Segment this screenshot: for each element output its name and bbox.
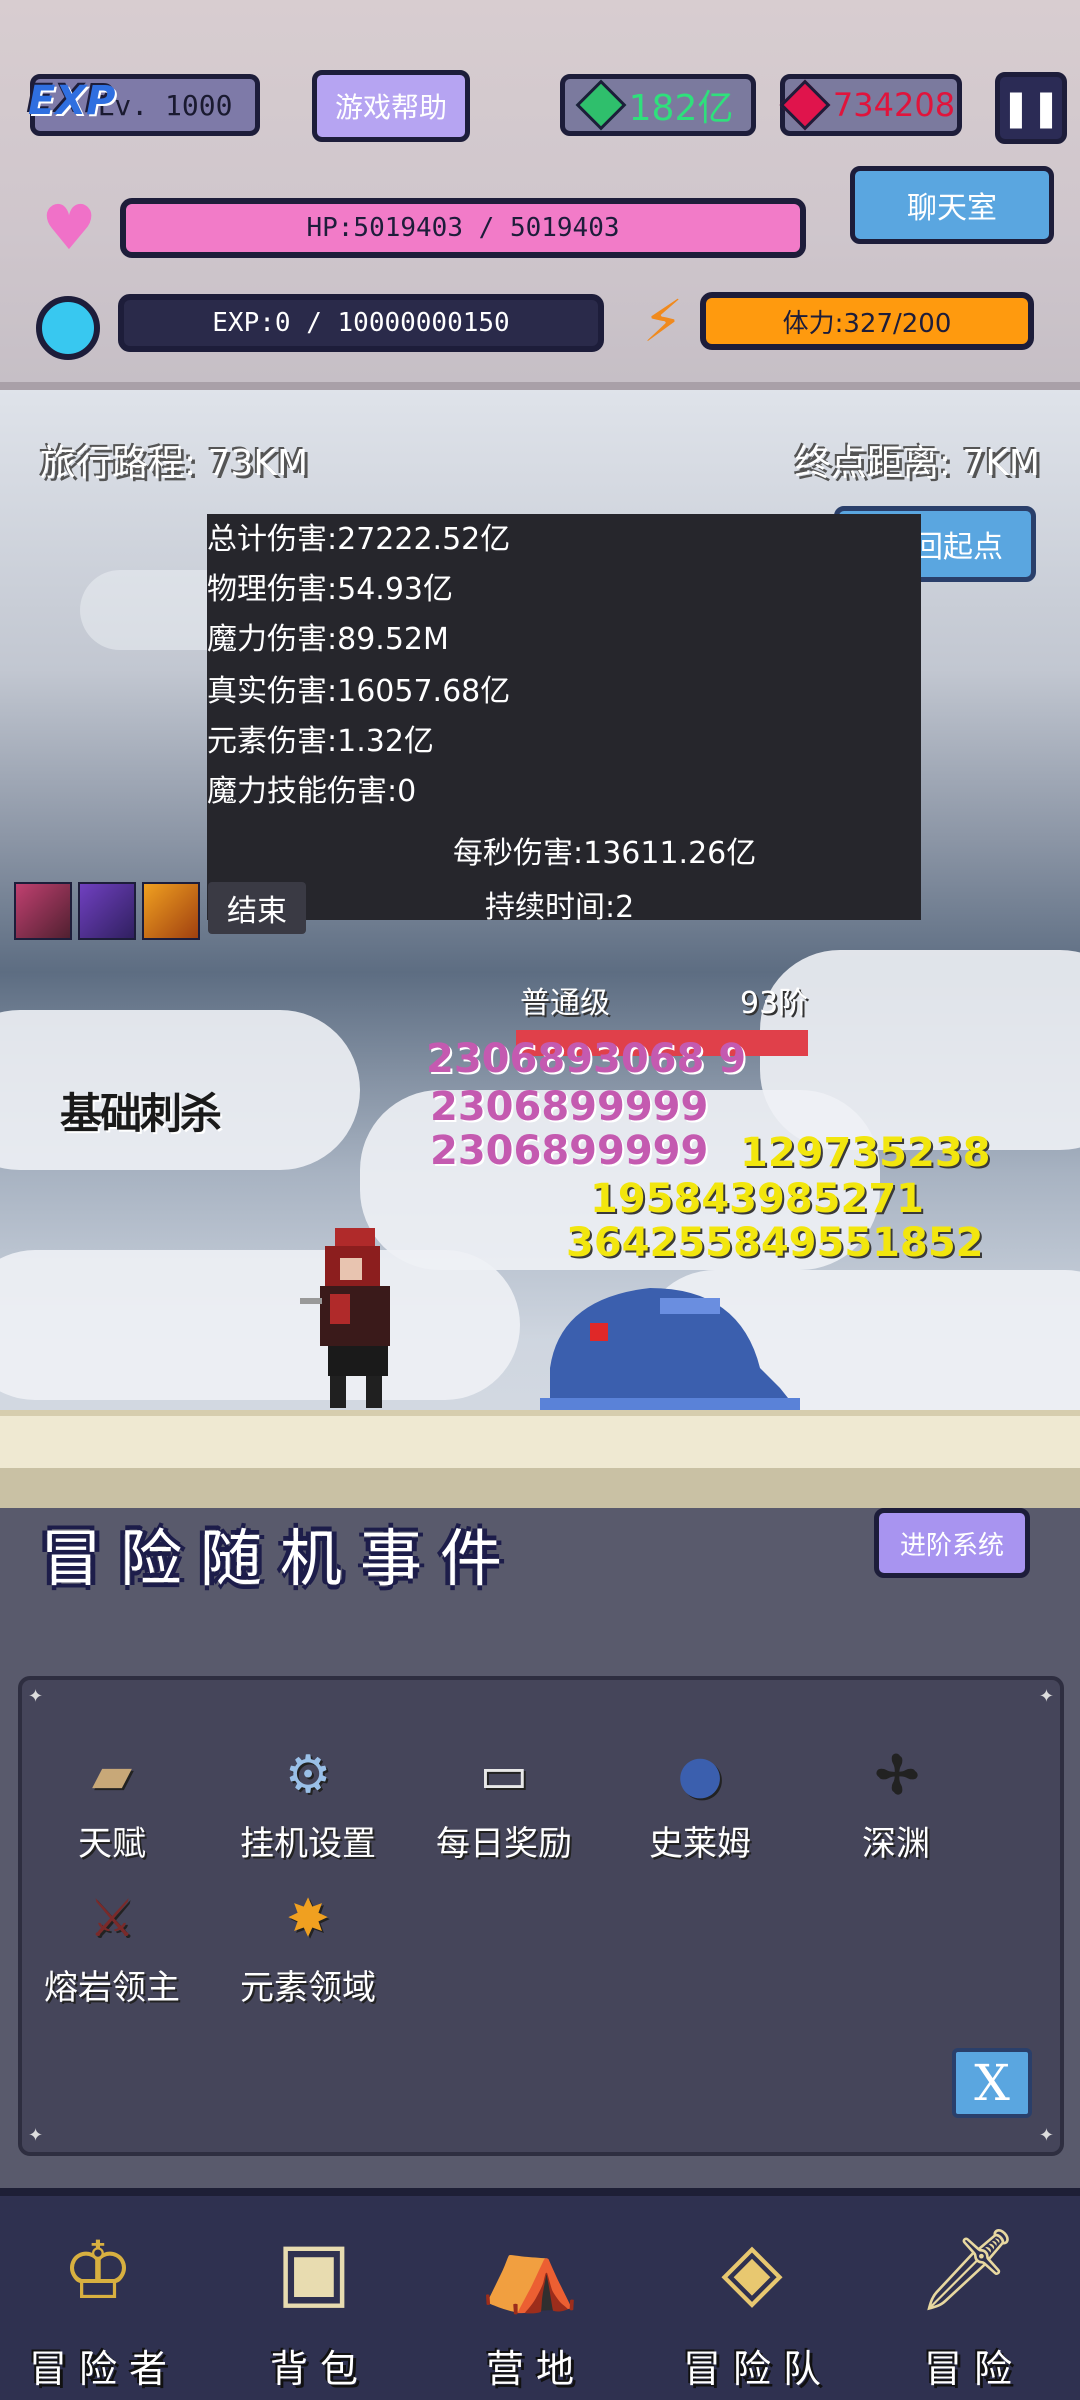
physical-damage: 物理伤害:54.93亿 <box>207 572 453 607</box>
hp-text: HP:5019403 / 5019403 <box>306 213 620 243</box>
menu-item-label: 挂机设置 <box>240 1824 376 1864</box>
corner-decoration: ✦ <box>1038 2125 1054 2146</box>
menu-item-lava-lord[interactable]: ⚔ 熔岩领主 <box>22 1884 202 2009</box>
nav-label: 背包 <box>269 2347 370 2391</box>
stamina-bar: 体力:327/200 <box>700 292 1034 350</box>
exp-badge-icon: EXP <box>28 78 116 124</box>
book-icon: ▰ <box>92 1745 132 1805</box>
abyss-icon: ✢ <box>874 1745 918 1805</box>
boots-buff-icon <box>14 882 72 940</box>
menu-item-label: 深渊 <box>862 1824 930 1864</box>
lava-sword-icon: ⚔ <box>88 1889 136 1949</box>
total-damage: 总计伤害:27222.52亿 <box>207 522 511 557</box>
stamina-text: 体力:327/200 <box>782 308 952 339</box>
slime-enemy <box>540 1288 800 1413</box>
scroll-icon: ▭ <box>479 1745 529 1805</box>
gear-icon: ⚙ <box>284 1745 332 1805</box>
level-label: Lv. 1000 <box>97 88 233 122</box>
enemy-rank: 普通级 <box>520 986 610 1021</box>
menu-item-label: 元素领域 <box>240 1968 376 2008</box>
sword-buff-icon <box>78 882 136 940</box>
damage-stats-panel: 总计伤害:27222.52亿 物理伤害:54.93亿 魔力伤害:89.52M 真… <box>207 514 921 925</box>
element-icon: ✸ <box>286 1889 330 1949</box>
ground-shadow <box>0 1468 1080 1510</box>
menu-item-talent[interactable]: ▰ 天赋 <box>22 1740 202 1865</box>
nav-label: 冒险者 <box>28 2347 179 2391</box>
ruby-icon <box>779 79 831 131</box>
menu-item-label: 史莱姆 <box>649 1824 751 1864</box>
damage-number: 195843985271 <box>590 1176 924 1222</box>
nav-team[interactable]: ◈ 冒险队 <box>660 2210 856 2393</box>
nav-backpack[interactable]: ▣ 背包 <box>222 2210 418 2393</box>
nav-label: 冒险 <box>923 2347 1024 2391</box>
ruby-counter: 734208 <box>779 74 962 136</box>
adventurer-icon: ♔ <box>62 2223 146 2317</box>
menu-item-idle-settings[interactable]: ⚙ 挂机设置 <box>218 1740 398 1865</box>
random-event-title: 冒险随机事件 <box>40 1522 521 1595</box>
menu-item-element-domain[interactable]: ✸ 元素领域 <box>218 1884 398 2009</box>
gem-count: 182亿 <box>628 88 734 129</box>
top-hud: Lv. 1000 EXP 游戏帮助 182亿 734208 ❚❚ ♥ HP:50… <box>0 0 1080 390</box>
fire-buff-icon <box>142 882 200 940</box>
damage-per-second: 每秒伤害:13611.26亿 <box>453 836 757 871</box>
exp-text: EXP:0 / 10000000150 <box>212 308 510 338</box>
game-help-button[interactable]: 游戏帮助 <box>312 70 470 142</box>
magic-skill-damage: 魔力技能伤害:0 <box>207 774 417 809</box>
damage-number: 129735238 <box>740 1130 991 1176</box>
magic-damage: 魔力伤害:89.52M <box>207 622 449 657</box>
cloud <box>0 1250 520 1400</box>
menu-item-label: 天赋 <box>78 1824 146 1864</box>
gem-counter: 182亿 <box>560 74 756 136</box>
backpack-icon: ▣ <box>276 2223 364 2317</box>
pause-button[interactable]: ❚❚ <box>995 72 1067 144</box>
route-remaining: 终点距离: 7KM <box>794 443 1040 484</box>
hero-character <box>300 1228 390 1408</box>
ruby-count: 734208 <box>832 86 956 124</box>
menu-item-label: 每日奖励 <box>436 1824 572 1864</box>
menu-item-daily-reward[interactable]: ▭ 每日奖励 <box>414 1740 594 1865</box>
adventure-icon: 🗡 <box>917 2223 1031 2316</box>
corner-decoration: ✦ <box>28 1686 44 1707</box>
duration: 持续时间:2 <box>485 890 635 925</box>
nav-camp[interactable]: ⛺ 营地 <box>438 2210 634 2393</box>
menu-item-slime[interactable]: ● 史莱姆 <box>610 1740 790 1865</box>
element-damage: 元素伤害:1.32亿 <box>207 724 434 759</box>
corner-decoration: ✦ <box>28 2125 44 2146</box>
event-menu-panel: ✦ ✦ ✦ ✦ ▰ 天赋 ⚙ 挂机设置 ▭ 每日奖励 ● 史莱姆 ✢ 深渊 ⚔ … <box>18 1676 1064 2156</box>
chat-room-button[interactable]: 聊天室 <box>850 166 1054 244</box>
end-button[interactable]: 结束 <box>208 882 306 934</box>
enemy-tier: 93阶 <box>740 986 809 1021</box>
emerald-icon <box>575 79 627 131</box>
damage-number: 364255849551852 <box>566 1220 984 1266</box>
nav-adventure[interactable]: 🗡 冒险 <box>876 2210 1072 2393</box>
hp-bar: HP:5019403 / 5019403 <box>120 198 806 258</box>
damage-number: 2306893068 9 <box>426 1036 747 1082</box>
close-button[interactable]: X <box>952 2048 1032 2118</box>
exp-orb-icon <box>30 290 106 366</box>
team-icon: ◈ <box>721 2223 795 2317</box>
menu-item-abyss[interactable]: ✢ 深渊 <box>806 1740 986 1865</box>
camp-icon: ⛺ <box>480 2223 592 2316</box>
skill-popup-text: 基础刺杀 <box>60 1089 222 1138</box>
corner-decoration: ✦ <box>1038 1686 1054 1707</box>
exp-bar: EXP:0 / 10000000150 <box>118 294 604 352</box>
damage-number: 2306899999 <box>430 1128 709 1174</box>
nav-adventurer[interactable]: ♔ 冒险者 <box>6 2210 202 2393</box>
true-damage: 真实伤害:16057.68亿 <box>207 674 511 709</box>
slime-icon: ● <box>677 1745 723 1805</box>
advance-system-button[interactable]: 进阶系统 <box>874 1508 1030 1578</box>
battle-scene: 旅行路程: 73KM 终点距离: 7KM 回起点 总计伤害:27222.52亿 … <box>0 390 1080 1510</box>
buff-row <box>14 882 200 942</box>
route-traveled: 旅行路程: 73KM <box>40 443 309 484</box>
ground <box>0 1410 1080 1468</box>
nav-label: 营地 <box>485 2347 586 2391</box>
heart-icon: ♥ <box>41 190 97 264</box>
nav-label: 冒险队 <box>682 2347 833 2391</box>
lightning-icon: ⚡ <box>642 287 684 355</box>
menu-item-label: 熔岩领主 <box>44 1968 180 2008</box>
damage-number: 2306899999 <box>430 1084 709 1130</box>
